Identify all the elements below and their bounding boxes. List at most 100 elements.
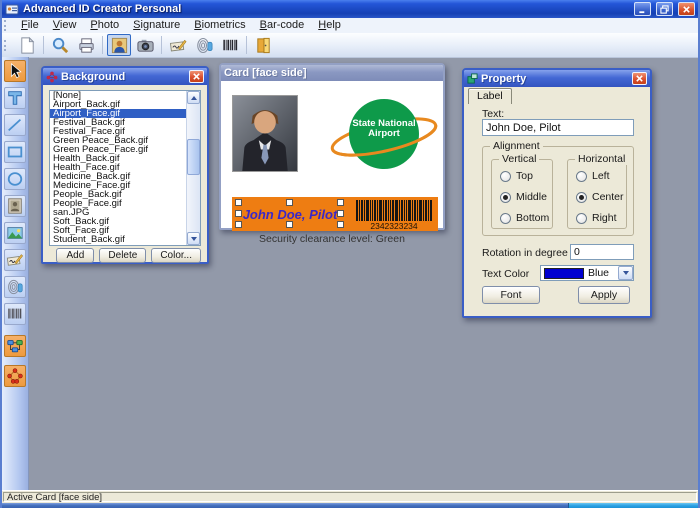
barcode-number: 2342323234 [356,221,432,231]
camera-button[interactable] [133,34,157,56]
rotation-input[interactable] [570,244,634,260]
list-item[interactable]: Soft_Face.gif [50,226,187,235]
radio-center[interactable]: Center [576,191,624,203]
tool-text[interactable] [4,87,26,109]
background-list[interactable]: [None] Airport_Back.gif Airport_Face.gif… [49,90,201,246]
minimize-button[interactable] [634,2,651,16]
tool-ellipse[interactable] [4,168,26,190]
list-item[interactable]: Medicine_Face.gif [50,181,187,190]
list-item-selected[interactable]: Airport_Face.gif [50,109,187,118]
menu-item-view[interactable]: View [46,18,84,33]
tool-fingerprint[interactable] [4,276,26,298]
apply-button[interactable]: Apply [578,286,630,304]
background-close-button[interactable] [189,70,204,83]
menu-item-barcode[interactable]: Bar-code [253,18,312,33]
restore-icon [660,5,669,14]
menu-drag-grip[interactable] [4,20,11,31]
exit-button[interactable] [251,34,275,56]
tool-flowchart[interactable] [4,335,26,357]
menu-item-file[interactable]: File [14,18,46,33]
scroll-down-button[interactable] [187,232,200,245]
photo-icon [6,197,24,215]
list-item[interactable]: Airport_Back.gif [50,100,187,109]
scroll-thumb[interactable] [187,139,200,175]
selection-handle[interactable] [235,221,242,228]
list-scrollbar[interactable] [186,91,200,245]
font-button[interactable]: Font [482,286,540,304]
photo-button[interactable] [107,34,131,56]
color-dropdown-button[interactable] [618,266,633,280]
toolbar-drag-grip[interactable] [4,40,11,51]
list-item[interactable]: People_Face.gif [50,199,187,208]
print-button[interactable] [74,34,98,56]
tool-barcode[interactable] [4,303,26,325]
tool-signature[interactable] [4,249,26,271]
tool-rectangle[interactable] [4,141,26,163]
tab-label[interactable]: Label [468,88,512,104]
radio-middle[interactable]: Middle [500,191,547,203]
tool-molecule[interactable] [4,365,26,387]
list-item[interactable]: san.JPG [50,208,187,217]
list-item[interactable]: People_Back.gif [50,190,187,199]
list-item[interactable]: [None] [50,91,187,100]
print-icon [77,36,96,55]
list-item[interactable]: Medicine_Back.gif [50,172,187,181]
tool-pointer[interactable] [4,60,26,82]
color-button[interactable]: Color... [151,248,201,263]
fingerprint-button[interactable] [192,34,216,56]
text-input[interactable] [482,119,634,136]
tool-photo[interactable] [4,195,26,217]
text-color-combo[interactable]: Blue [540,265,634,281]
close-button[interactable] [678,2,695,16]
radio-label: Middle [516,191,547,203]
list-item[interactable]: Green Peace_Back.gif [50,136,187,145]
selection-handle[interactable] [235,210,242,217]
radio-bottom[interactable]: Bottom [500,212,549,224]
card-orange-strip[interactable]: John Doe, Pilot 2342323234 [232,197,438,231]
card-photo[interactable] [232,95,298,172]
background-window-title: Background [61,71,186,83]
scroll-up-button[interactable] [187,91,200,104]
tool-image[interactable] [4,222,26,244]
card-window-titlebar[interactable]: Card [face side] [221,65,443,81]
property-window-titlebar[interactable]: Property [464,70,650,87]
list-item[interactable]: Festival_Face.gif [50,127,187,136]
barcode-button[interactable] [218,34,242,56]
menu-item-biometrics[interactable]: Biometrics [187,18,252,33]
card-barcode[interactable] [356,200,432,221]
card-canvas[interactable]: State National Airport John Doe, Pilot 2… [221,81,443,228]
add-button[interactable]: Add [56,248,94,263]
selection-handle[interactable] [337,199,344,206]
selection-handle[interactable] [337,221,344,228]
list-item[interactable]: Green Peace_Face.gif [50,145,187,154]
list-item[interactable]: Health_Back.gif [50,154,187,163]
background-window-titlebar[interactable]: Background [43,68,207,85]
title-bar[interactable]: Advanced ID Creator Personal [2,0,698,18]
menu-item-photo[interactable]: Photo [83,18,126,33]
list-item[interactable]: Student_Back.gif [50,235,187,244]
selection-handle[interactable] [286,221,293,228]
selection-handle[interactable] [235,199,242,206]
radio-top[interactable]: Top [500,170,533,182]
minimize-icon [638,5,647,14]
list-item[interactable]: Soft_Back.gif [50,217,187,226]
new-document-button[interactable] [15,34,39,56]
menu-item-help[interactable]: Help [311,18,348,33]
horizontal-group-label: Horizontal [575,153,628,165]
radio-left[interactable]: Left [576,170,610,182]
color-name: Blue [588,267,618,279]
zoom-button[interactable] [48,34,72,56]
card-logo[interactable]: State National Airport [327,97,441,171]
selection-handle[interactable] [337,210,344,217]
property-close-button[interactable] [632,72,647,85]
selection-handle[interactable] [286,199,293,206]
radio-right[interactable]: Right [576,212,617,224]
pointer-icon [6,62,24,80]
maximize-button[interactable] [656,2,673,16]
list-item[interactable]: Health_Face.gif [50,163,187,172]
signature-button[interactable] [166,34,190,56]
delete-button[interactable]: Delete [99,248,146,263]
tool-line[interactable] [4,114,26,136]
menu-item-signature[interactable]: Signature [126,18,187,33]
list-item[interactable]: Festival_Back.gif [50,118,187,127]
